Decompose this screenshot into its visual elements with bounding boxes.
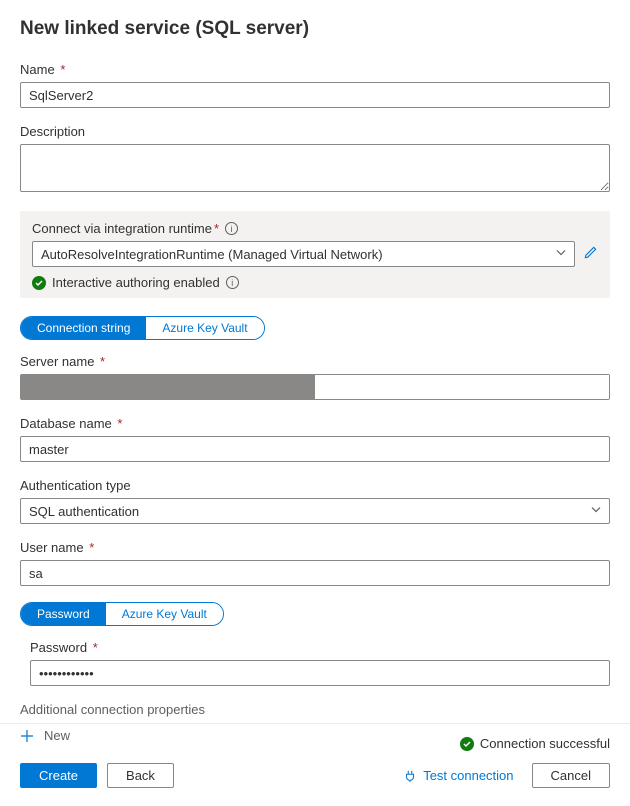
name-label-text: Name bbox=[20, 62, 55, 77]
description-label: Description bbox=[20, 124, 610, 139]
username-label-text: User name bbox=[20, 540, 84, 555]
auth-type-select-wrap bbox=[20, 498, 610, 524]
password-tabs: Password Azure Key Vault bbox=[20, 602, 224, 626]
auth-type-select[interactable] bbox=[20, 498, 610, 524]
server-name-input[interactable] bbox=[20, 374, 610, 400]
required-asterisk: * bbox=[60, 62, 65, 77]
database-name-label-text: Database name bbox=[20, 416, 112, 431]
ir-label-text: Connect via integration runtime bbox=[32, 221, 212, 236]
linked-service-panel: New linked service (SQL server) Name * D… bbox=[0, 0, 630, 746]
password-label: Password * bbox=[30, 640, 610, 655]
test-connection-button[interactable]: Test connection bbox=[403, 768, 513, 783]
username-row: User name * bbox=[20, 540, 610, 586]
auth-type-row: Authentication type bbox=[20, 478, 610, 524]
edit-icon[interactable] bbox=[583, 245, 598, 263]
additional-props-label: Additional connection properties bbox=[20, 702, 610, 717]
tab-password[interactable]: Password bbox=[21, 603, 106, 625]
connection-tabs: Connection string Azure Key Vault bbox=[20, 316, 265, 340]
database-name-row: Database name * bbox=[20, 416, 610, 462]
create-button[interactable]: Create bbox=[20, 763, 97, 788]
test-connection-label: Test connection bbox=[423, 768, 513, 783]
cancel-button[interactable]: Cancel bbox=[532, 763, 610, 788]
name-input[interactable] bbox=[20, 82, 610, 108]
description-field-row: Description bbox=[20, 124, 610, 195]
password-label-text: Password bbox=[30, 640, 87, 655]
required-asterisk: * bbox=[93, 640, 98, 655]
password-input[interactable] bbox=[30, 660, 610, 686]
ir-label: Connect via integration runtime * i bbox=[32, 221, 598, 236]
required-asterisk: * bbox=[100, 354, 105, 369]
back-button[interactable]: Back bbox=[107, 763, 174, 788]
ir-select-wrap bbox=[32, 241, 575, 267]
database-name-label: Database name * bbox=[20, 416, 610, 431]
check-circle-icon bbox=[32, 276, 46, 290]
info-icon[interactable]: i bbox=[226, 276, 239, 289]
page-title: New linked service (SQL server) bbox=[20, 18, 610, 40]
username-input[interactable] bbox=[20, 560, 610, 586]
footer-left: Create Back bbox=[20, 763, 174, 788]
plug-icon bbox=[403, 769, 417, 783]
auth-type-label: Authentication type bbox=[20, 478, 610, 493]
username-label: User name * bbox=[20, 540, 610, 555]
server-name-label-text: Server name bbox=[20, 354, 94, 369]
name-label: Name * bbox=[20, 62, 610, 77]
connection-status-text: Connection successful bbox=[480, 736, 610, 751]
check-circle-icon bbox=[460, 737, 474, 751]
required-asterisk: * bbox=[214, 221, 219, 236]
server-name-redacted bbox=[21, 375, 315, 399]
footer-right: Test connection Cancel bbox=[403, 763, 610, 788]
name-field-row: Name * bbox=[20, 62, 610, 108]
tab-connection-string[interactable]: Connection string bbox=[21, 317, 146, 339]
info-icon[interactable]: i bbox=[225, 222, 238, 235]
connection-status: Connection successful bbox=[20, 736, 610, 751]
server-name-row: Server name * bbox=[20, 354, 610, 400]
ir-select[interactable] bbox=[32, 241, 575, 267]
database-name-input[interactable] bbox=[20, 436, 610, 462]
footer: Connection successful Create Back Test c… bbox=[0, 723, 630, 806]
server-name-empty bbox=[315, 375, 609, 399]
password-block: Password * bbox=[30, 640, 610, 686]
integration-runtime-section: Connect via integration runtime * i Inte… bbox=[20, 211, 610, 298]
tab-azure-key-vault[interactable]: Azure Key Vault bbox=[146, 317, 263, 339]
footer-actions: Create Back Test connection Cancel bbox=[20, 763, 610, 788]
required-asterisk: * bbox=[117, 416, 122, 431]
description-textarea[interactable] bbox=[20, 144, 610, 192]
server-name-label: Server name * bbox=[20, 354, 610, 369]
tab-password-key-vault[interactable]: Azure Key Vault bbox=[106, 603, 223, 625]
required-asterisk: * bbox=[89, 540, 94, 555]
ir-status-row: Interactive authoring enabled i bbox=[32, 275, 598, 290]
ir-status-text: Interactive authoring enabled bbox=[52, 275, 220, 290]
